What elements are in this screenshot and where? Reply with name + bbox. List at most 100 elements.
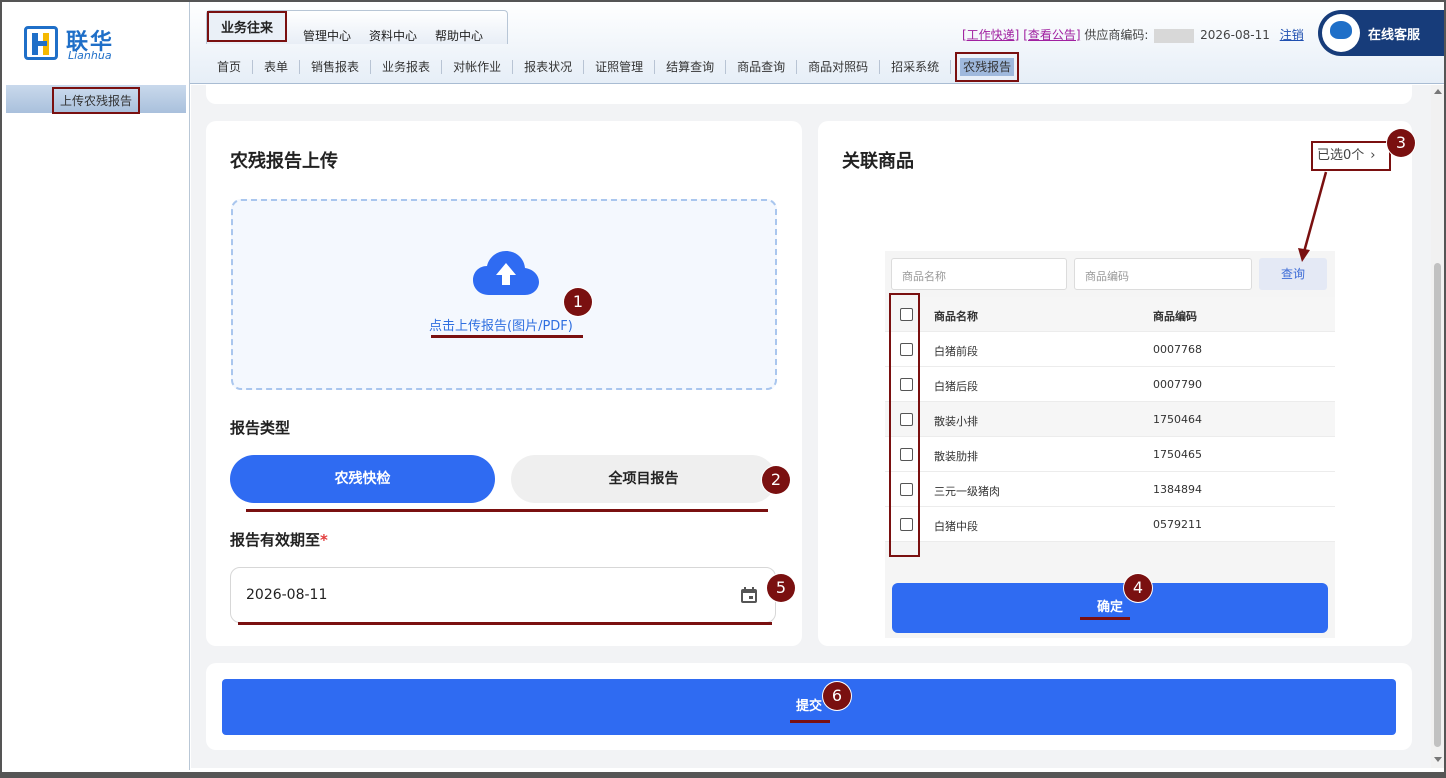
- previous-card-edge: [206, 85, 1412, 104]
- logo-mark-icon: [24, 26, 58, 60]
- scroll-down-icon[interactable]: [1434, 757, 1442, 762]
- goods-code: 1750464: [1153, 413, 1202, 426]
- sidebar-item-label[interactable]: 上传农残报告: [52, 87, 141, 114]
- tencent-icon: [1322, 14, 1360, 52]
- report-type-label: 报告类型: [230, 419, 291, 437]
- calendar-icon[interactable]: [739, 585, 759, 605]
- tab-help[interactable]: 帮助中心: [435, 27, 483, 44]
- table-row[interactable]: 白猪前段 0007768: [885, 332, 1335, 367]
- column-header-code: 商品编码: [1153, 310, 1197, 323]
- cloud-upload-icon: [473, 251, 539, 295]
- header-date: 2026-08-11: [1200, 28, 1270, 42]
- goods-name: 白猪后段: [934, 380, 978, 393]
- goods-name: 三元一级猪肉: [934, 485, 1000, 498]
- upload-dropzone[interactable]: 点击上传报告(图片/PDF): [231, 199, 777, 390]
- report-type-underline: [246, 509, 768, 512]
- nav-sales-report[interactable]: 销售报表: [300, 60, 372, 74]
- valid-until-text: 报告有效期至: [230, 531, 321, 549]
- report-type-quick-test[interactable]: 农残快检: [230, 455, 495, 503]
- selected-count-text: 已选0个: [1317, 148, 1365, 163]
- table-row[interactable]: 散装小排 1750464: [885, 402, 1335, 437]
- nav-procurement[interactable]: 招采系统: [880, 60, 952, 74]
- confirm-button[interactable]: 确定: [892, 583, 1328, 633]
- table-row[interactable]: 三元一级猪肉 1384894: [885, 472, 1335, 507]
- scroll-up-icon[interactable]: [1434, 89, 1442, 94]
- main-content: 农残报告上传 点击上传报告(图片/PDF) 报告类型 农残快检 全项目报告 报告…: [191, 85, 1431, 768]
- valid-until-date-field[interactable]: 2026-08-11: [230, 567, 776, 623]
- annotation-arrow-icon: [1298, 171, 1328, 262]
- goods-name: 白猪中段: [934, 520, 978, 533]
- nav-product-mapping[interactable]: 商品对照码: [797, 60, 881, 74]
- nav-settlement[interactable]: 结算查询: [655, 60, 727, 74]
- table-row[interactable]: 白猪后段 0007790: [885, 367, 1335, 402]
- required-mark: *: [320, 531, 328, 549]
- annotation-badge-3: 3: [1387, 129, 1415, 157]
- annotation-badge-5: 5: [767, 574, 795, 602]
- scroll-thumb[interactable]: [1434, 263, 1441, 747]
- goods-code: 1384894: [1153, 483, 1202, 496]
- vertical-scrollbar[interactable]: [1431, 85, 1444, 768]
- upload-card-title: 农残报告上传: [230, 151, 338, 172]
- supplier-code-masked: [1154, 28, 1195, 43]
- nav-license[interactable]: 证照管理: [584, 60, 656, 74]
- nav-report-status[interactable]: 报表状况: [513, 60, 585, 74]
- goods-code-search-input[interactable]: 商品编码: [1074, 258, 1252, 290]
- nav-pesticide-report-label: 农残报告: [960, 58, 1015, 76]
- nav-forms[interactable]: 表单: [253, 60, 301, 74]
- checkbox-column-highlight: [889, 293, 920, 557]
- submit-button[interactable]: 提交: [222, 679, 1396, 735]
- selected-count-link[interactable]: 已选0个 ›: [1311, 141, 1391, 171]
- chevron-right-icon: ›: [1370, 148, 1376, 163]
- column-header-name: 商品名称: [934, 310, 978, 323]
- goods-name-search-input[interactable]: 商品名称: [891, 258, 1067, 290]
- valid-until-date-value: 2026-08-11: [246, 587, 328, 603]
- report-type-full-report[interactable]: 全项目报告: [511, 455, 776, 503]
- goods-name: 散装小排: [934, 415, 978, 428]
- supplier-code-label: 供应商编码:: [1084, 28, 1149, 42]
- goods-code: 0579211: [1153, 518, 1202, 531]
- annotation-badge-4: 4: [1124, 574, 1152, 602]
- work-express-link[interactable]: [工作快递]: [962, 28, 1019, 42]
- nav-pesticide-report[interactable]: 农残报告: [955, 52, 1020, 82]
- upload-report-link[interactable]: 点击上传报告(图片/PDF): [429, 315, 573, 334]
- goods-name: 白猪前段: [934, 345, 978, 358]
- brand-logo: 联华 Lianhua: [24, 24, 124, 68]
- goods-table: 商品名称 商品编码 白猪前段 0007768 白猪后段 0007790 散装小排…: [885, 297, 1335, 542]
- submit-card: 提交: [206, 663, 1412, 750]
- nav-home[interactable]: 首页: [206, 60, 254, 74]
- brand-name-en: Lianhua: [68, 49, 112, 62]
- goods-selector-panel: 商品名称 商品编码 查询 商品名称 商品编码 白猪前段 0007768 白猪后段…: [885, 251, 1335, 638]
- sidebar: 联华 Lianhua 上传农残报告: [2, 2, 190, 770]
- confirm-underline: [1080, 617, 1130, 620]
- upload-link-underline: [431, 335, 583, 338]
- tab-resources[interactable]: 资料中心: [369, 27, 417, 44]
- annotation-badge-1: 1: [564, 288, 592, 316]
- announcements-link[interactable]: [查看公告]: [1023, 28, 1080, 42]
- tab-management[interactable]: 管理中心: [303, 27, 351, 44]
- online-service-label: 在线客服: [1368, 28, 1421, 43]
- table-row[interactable]: 散装肋排 1750465: [885, 437, 1335, 472]
- main-nav: 首页 表单 销售报表 业务报表 对帐作业 报表状况 证照管理 结算查询 商品查询…: [206, 52, 1020, 82]
- nav-product-query[interactable]: 商品查询: [726, 60, 798, 74]
- submit-underline: [790, 720, 830, 723]
- date-field-underline: [238, 622, 772, 625]
- annotation-badge-2: 2: [762, 466, 790, 494]
- nav-reconciliation[interactable]: 对帐作业: [442, 60, 514, 74]
- goods-code: 0007790: [1153, 378, 1202, 391]
- annotation-badge-6: 6: [823, 682, 851, 710]
- table-row[interactable]: 白猪中段 0579211: [885, 507, 1335, 542]
- valid-until-label: 报告有效期至*: [230, 529, 328, 550]
- goods-name: 散装肋排: [934, 450, 978, 463]
- related-goods-title: 关联商品: [842, 151, 914, 172]
- upload-card: 农残报告上传 点击上传报告(图片/PDF) 报告类型 农残快检 全项目报告 报告…: [206, 121, 802, 646]
- sidebar-item-upload-report[interactable]: 上传农残报告: [6, 85, 186, 114]
- goods-code: 0007768: [1153, 343, 1202, 356]
- goods-table-header: 商品名称 商品编码: [885, 297, 1335, 332]
- online-service-button[interactable]: 在线客服: [1318, 10, 1444, 56]
- logout-link[interactable]: 注销: [1280, 28, 1304, 42]
- header-links: [工作快递] [查看公告] 供应商编码: 2026-08-11 注销: [962, 26, 1304, 43]
- top-header: 业务往来 管理中心 资料中心 帮助中心 [工作快递] [查看公告] 供应商编码:…: [190, 2, 1444, 84]
- nav-business-report[interactable]: 业务报表: [371, 60, 443, 74]
- tab-business[interactable]: 业务往来: [207, 11, 288, 42]
- top-tab-bar: 业务往来 管理中心 资料中心 帮助中心: [206, 10, 508, 44]
